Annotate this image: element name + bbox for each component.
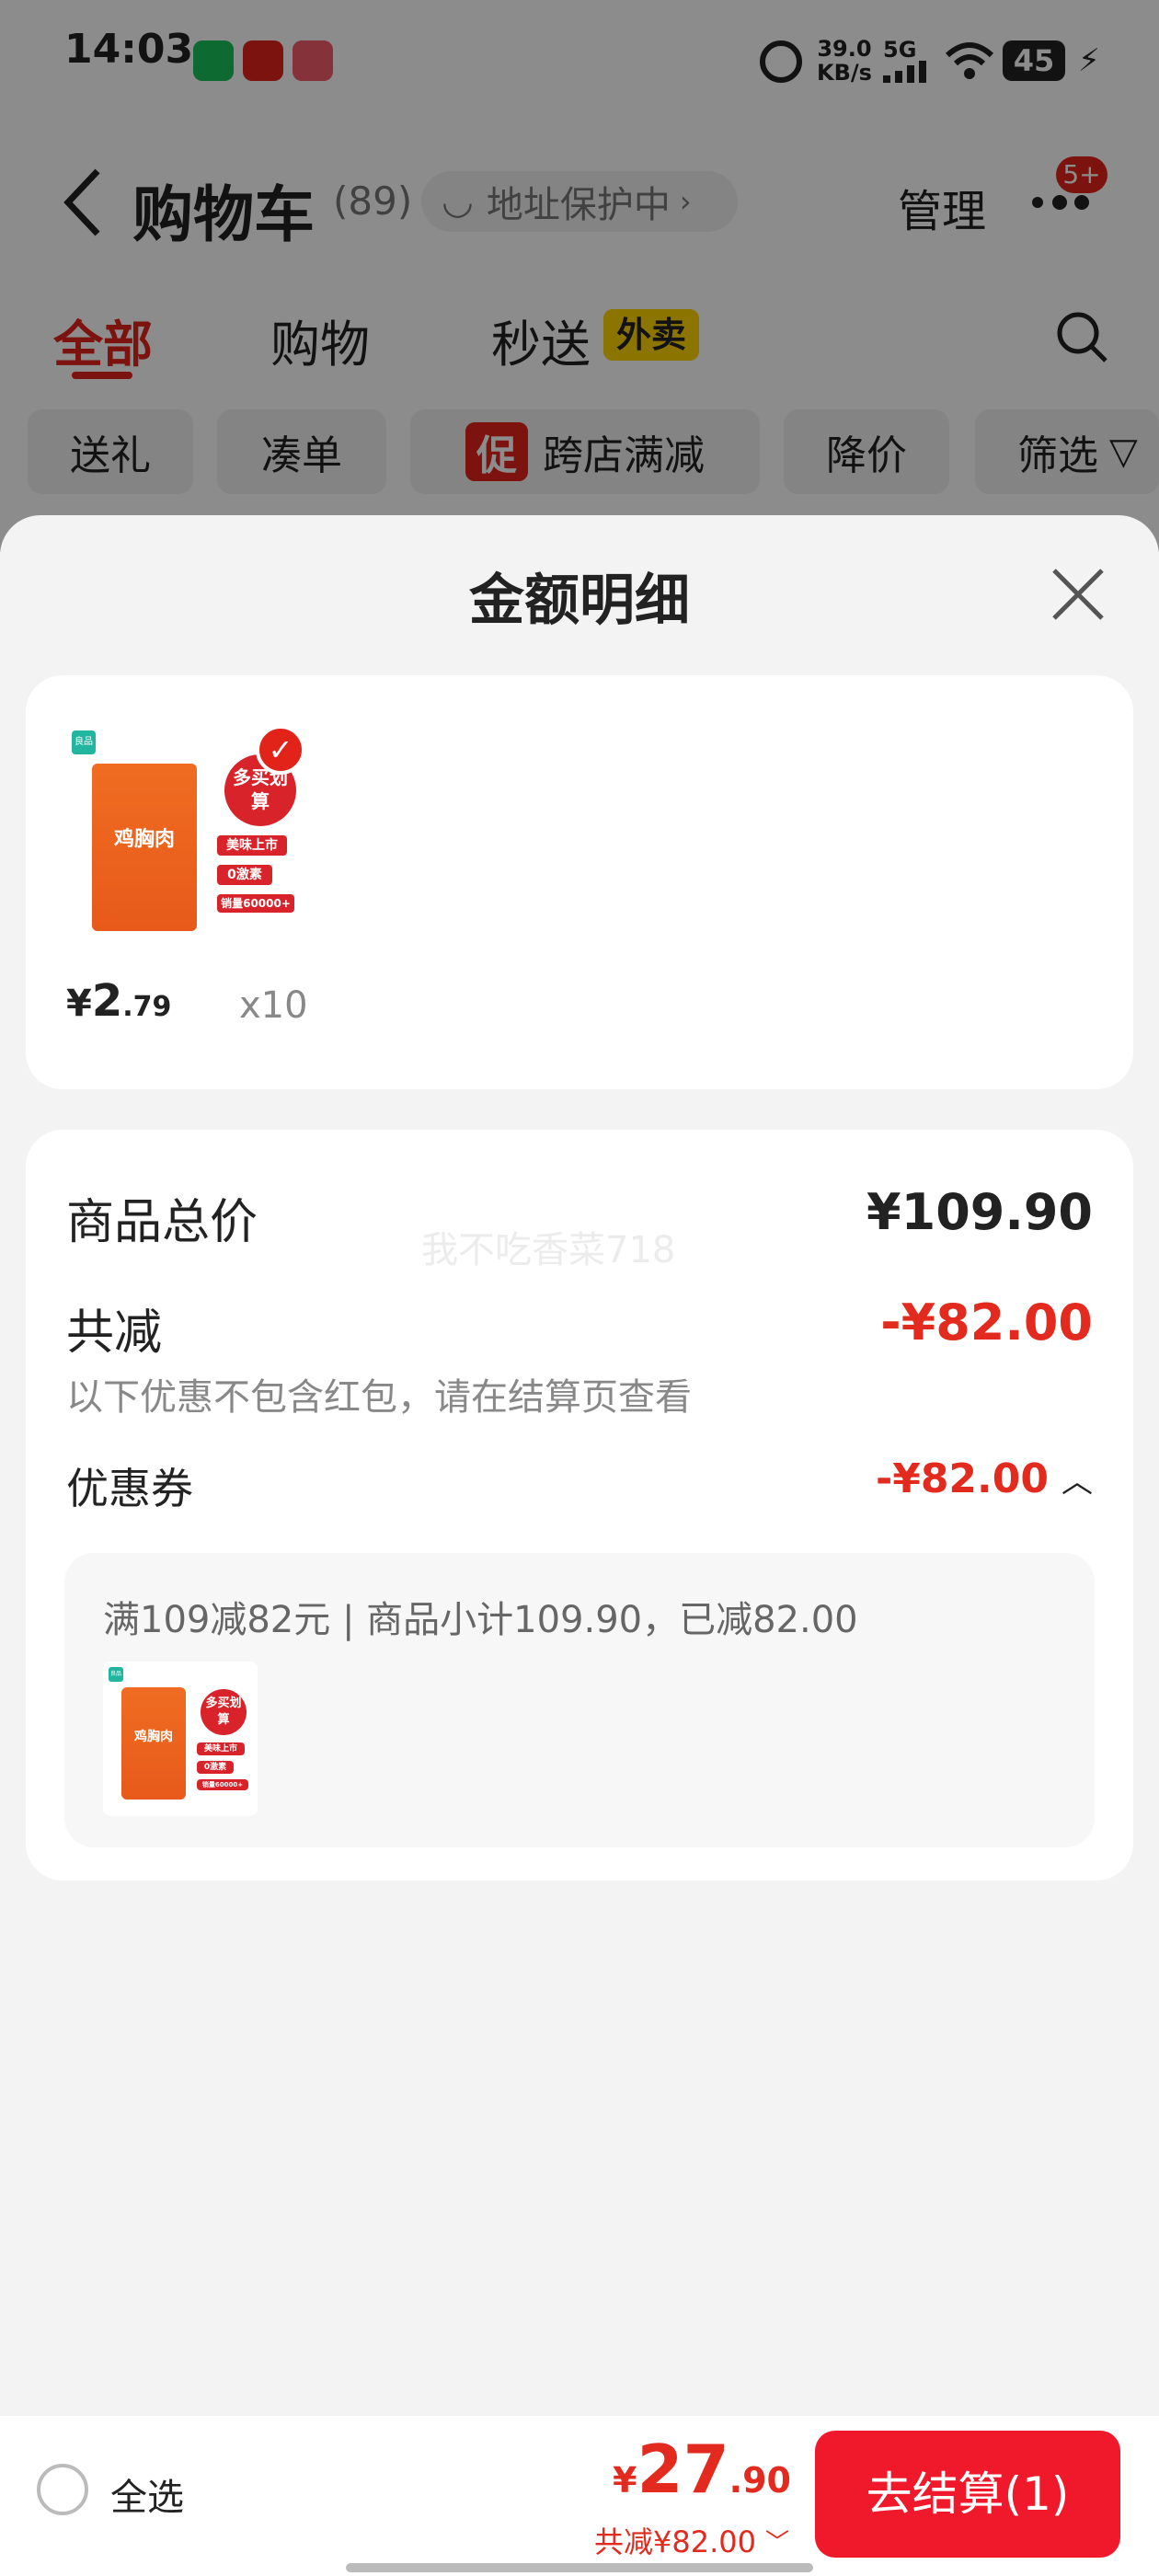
thumb-bag-label: 鸡胸肉 (133, 1729, 173, 1744)
close-icon[interactable] (1049, 565, 1107, 627)
checkout-button[interactable]: 去结算(1) (815, 2431, 1120, 2558)
image-tag-1: 美味上市 (217, 835, 287, 856)
image-tag-3: 销量60000+ (217, 894, 294, 913)
check-icon: ✓ (256, 725, 305, 775)
saved-toggle[interactable]: 共减¥82.00 ﹀ (594, 2519, 789, 2561)
product-image[interactable]: 良品 鸡胸肉 多买划算 ✓ 美味上市 0激素 销量60000+ (63, 721, 339, 951)
coupon-detail-text: 满109减82元 | 商品小计109.90，已减82.00 (103, 1599, 858, 1641)
thumb-tag-2: 0激素 (197, 1761, 234, 1774)
product-card: 良品 鸡胸肉 多买划算 ✓ 美味上市 0激素 销量60000+ ¥2.79 x1… (26, 675, 1133, 1089)
bag-label: 鸡胸肉 (113, 827, 175, 851)
product-price: ¥2.79 (66, 975, 172, 1027)
home-indicator (346, 2563, 813, 2572)
coupon-value: -¥82.00 (875, 1455, 1049, 1502)
image-tag-2: 0激素 (217, 865, 272, 885)
sheet-title: 金额明细 (469, 569, 690, 633)
product-bag: 鸡胸肉 (92, 764, 197, 931)
select-all-label[interactable]: 全选 (110, 2467, 184, 2521)
chevron-down-icon: ﹀ (764, 2528, 789, 2557)
coupon-label: 优惠券 (66, 1464, 193, 1513)
select-all-checkbox[interactable] (37, 2464, 88, 2515)
watermark: 我不吃香菜718 (421, 1229, 676, 1271)
total-value: ¥109.90 (866, 1183, 1093, 1241)
overlay-dim[interactable] (0, 0, 1159, 552)
total-price: ¥27.90 (613, 2431, 791, 2508)
amount-detail-sheet: 金额明细 良品 鸡胸肉 多买划算 ✓ 美味上市 0激素 销量60000+ ¥2.… (0, 515, 1159, 2576)
summary-card: 商品总价 ¥109.90 我不吃香菜718 共减 -¥82.00 以下优惠不包含… (26, 1130, 1133, 1880)
coupon-detail-box: 满109减82元 | 商品小计109.90，已减82.00 良品 鸡胸肉 多买划… (64, 1553, 1095, 1847)
thumb-tag-3: 销量60000+ (197, 1779, 248, 1790)
coupon-toggle[interactable]: -¥82.00 ︿ (876, 1455, 1093, 1502)
discount-label: 共减 (66, 1305, 163, 1361)
checkout-bar: 全选 ¥27.90 共减¥82.00 ﹀ 去结算(1) (0, 2416, 1159, 2576)
discount-note: 以下优惠不包含红包，请在结算页查看 (66, 1376, 692, 1419)
thumb-brand-logo: 良品 (109, 1667, 123, 1682)
thumb-bag: 鸡胸肉 (121, 1687, 186, 1800)
brand-logo: 良品 (72, 730, 96, 754)
product-quantity: x10 (239, 984, 308, 1027)
saved-amount: 共减¥82.00 (594, 2524, 756, 2559)
coupon-product-thumbnail[interactable]: 良品 鸡胸肉 多买划算 美味上市 0激素 销量60000+ (103, 1662, 258, 1816)
discount-value: -¥82.00 (880, 1294, 1093, 1351)
thumb-deal-badge: 多买划算 (201, 1689, 247, 1735)
thumb-tag-1: 美味上市 (197, 1742, 245, 1755)
total-label: 商品总价 (66, 1195, 258, 1250)
chevron-up-icon: ︿ (1061, 1464, 1093, 1501)
